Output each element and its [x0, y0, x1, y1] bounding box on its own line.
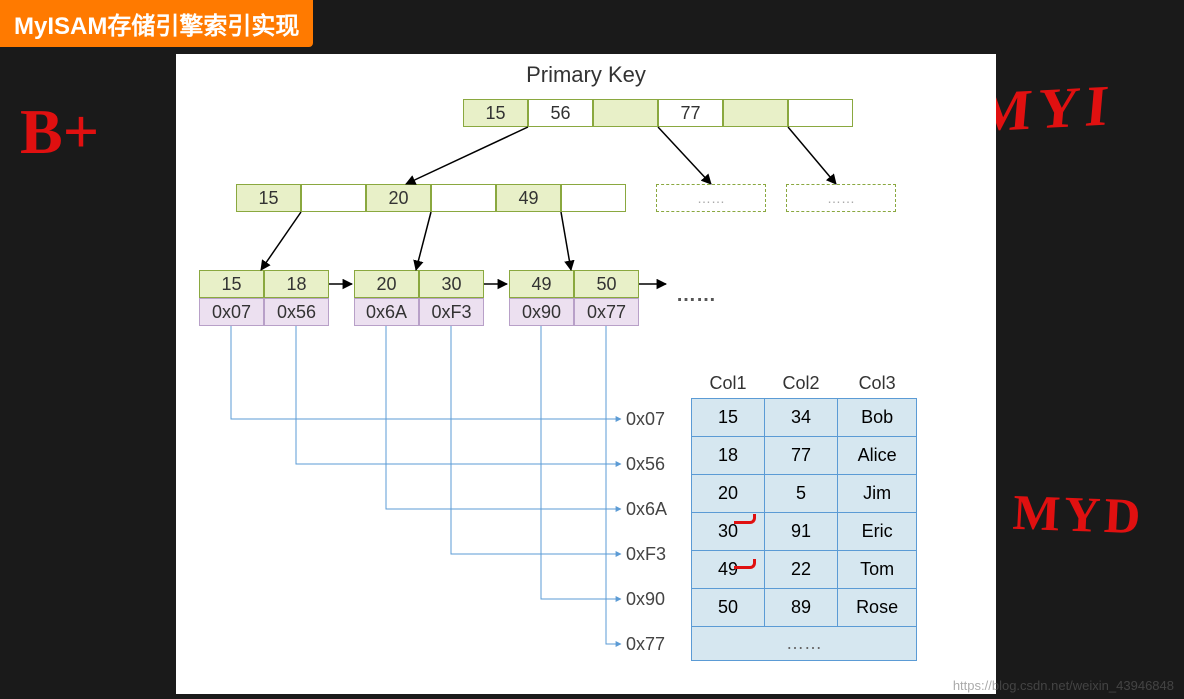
data-table: Col1 Col2 Col3 1534Bob 1877Alice 205Jim … [691, 369, 917, 661]
page-title-text: MyISAM存储引擎索引实现 [14, 13, 299, 40]
mid-cell-4: 49 [496, 184, 561, 212]
leaf-key-2: 20 [354, 270, 419, 298]
mid-cell-3 [431, 184, 496, 212]
leaf-key-1: 18 [264, 270, 329, 298]
annotation-myd: MYD [1011, 483, 1145, 546]
table-row: 5089Rose [692, 589, 917, 627]
leaf-key-5: 50 [574, 270, 639, 298]
table-header-col3: Col3 [838, 369, 917, 399]
addr-label-3: 0xF3 [626, 544, 666, 565]
leaf-ellipsis-dots: …… [676, 284, 716, 307]
leaf-addr-0: 0x07 [199, 298, 264, 326]
leaf-addr-3: 0xF3 [419, 298, 484, 326]
leaf-addr-5: 0x77 [574, 298, 639, 326]
addr-label-5: 0x77 [626, 634, 665, 655]
red-mark-20 [734, 514, 756, 524]
page-title-badge: MyISAM存储引擎索引实现 [0, 0, 313, 47]
table-row: 205Jim [692, 475, 917, 513]
root-cell-1: 56 [528, 99, 593, 127]
diagram-canvas: Primary Key 15 56 77 15 20 49 …… …… 15 1… [176, 54, 996, 694]
leaf-key-3: 30 [419, 270, 484, 298]
addr-label-1: 0x56 [626, 454, 665, 475]
mid-cell-5 [561, 184, 626, 212]
root-cell-0: 15 [463, 99, 528, 127]
table-row: 1534Bob [692, 399, 917, 437]
leaf-addr-1: 0x56 [264, 298, 329, 326]
ghost-node-0: …… [656, 184, 766, 212]
leaf-key-4: 49 [509, 270, 574, 298]
root-cell-3: 77 [658, 99, 723, 127]
annotation-bplus: B+ [20, 95, 99, 169]
watermark-text: https://blog.csdn.net/weixin_43946848 [953, 678, 1174, 693]
table-header-col1: Col1 [692, 369, 765, 399]
table-row: 3091Eric [692, 513, 917, 551]
leaf-key-0: 15 [199, 270, 264, 298]
root-cell-2 [593, 99, 658, 127]
table-row: 4922Tom [692, 551, 917, 589]
section-title: Primary Key [176, 62, 996, 88]
addr-label-4: 0x90 [626, 589, 665, 610]
table-row-ellipsis: …… [692, 627, 917, 661]
leaf-addr-2: 0x6A [354, 298, 419, 326]
root-cell-5 [788, 99, 853, 127]
addr-label-0: 0x07 [626, 409, 665, 430]
mid-cell-0: 15 [236, 184, 301, 212]
addr-label-2: 0x6A [626, 499, 667, 520]
mid-cell-2: 20 [366, 184, 431, 212]
table-row: 1877Alice [692, 437, 917, 475]
table-header-row: Col1 Col2 Col3 [692, 369, 917, 399]
mid-cell-1 [301, 184, 366, 212]
ghost-node-1: …… [786, 184, 896, 212]
table-header-col2: Col2 [765, 369, 838, 399]
leaf-addr-4: 0x90 [509, 298, 574, 326]
root-cell-4 [723, 99, 788, 127]
red-mark-30 [734, 559, 756, 569]
